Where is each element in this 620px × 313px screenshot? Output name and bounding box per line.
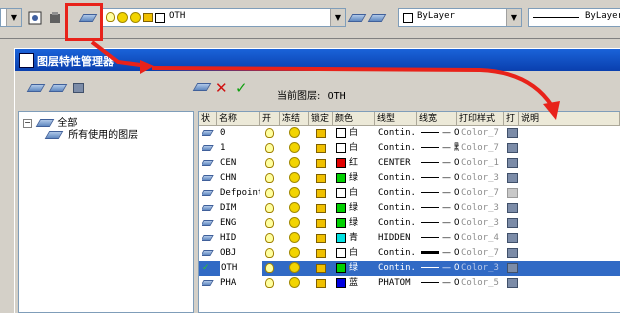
annotation-arrows (90, 40, 560, 120)
annotation-arrowhead (543, 101, 560, 120)
annotation-arrow-right (151, 66, 554, 108)
annotation-arrow-down (90, 40, 149, 68)
annotation-arrowhead (140, 60, 154, 74)
